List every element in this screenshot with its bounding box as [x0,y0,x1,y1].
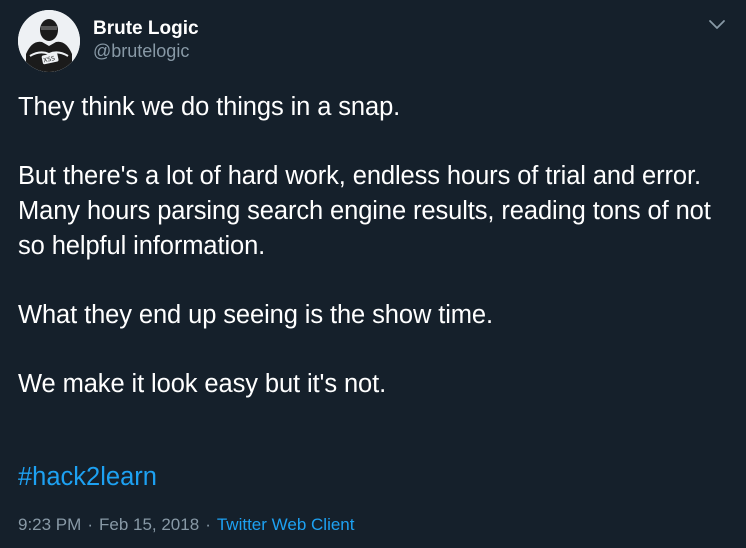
tweet-date[interactable]: Feb 15, 2018 [99,515,199,535]
tweet-paragraph: They think we do things in a snap. [18,93,401,121]
user-handle[interactable]: @brutelogic [93,40,199,63]
tweet-text: They think we do things in a snap. But t… [18,90,730,436]
hashtag-link[interactable]: #hack2learn [18,460,157,495]
tweet-header: XSS Brute Logic @brutelogic [18,10,199,72]
tweet-paragraph: But there's a lot of hard work, endless … [18,162,711,260]
tweet-time[interactable]: 9:23 PM [18,515,81,535]
display-name[interactable]: Brute Logic [93,17,199,40]
author-names: Brute Logic @brutelogic [93,17,199,63]
tweet-client-link[interactable]: Twitter Web Client [217,515,355,535]
tweet-meta: 9:23 PM · Feb 15, 2018 · Twitter Web Cli… [18,515,354,535]
tweet-paragraph: We make it look easy but it's not. [18,370,387,398]
chevron-down-icon [709,20,725,29]
tweet-paragraph: What they end up seeing is the show time… [18,301,493,329]
avatar-image: XSS [18,10,80,72]
meta-separator: · [205,515,211,534]
tweet-card: XSS Brute Logic @brutelogic They think w… [0,0,746,548]
more-menu-button[interactable] [708,18,726,30]
meta-separator: · [87,515,93,534]
avatar[interactable]: XSS [18,10,80,72]
